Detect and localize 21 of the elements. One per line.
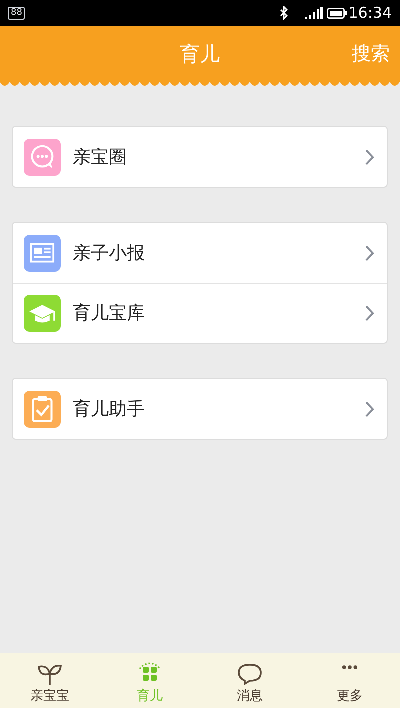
signal-icon [304,7,323,19]
chevron-icon [365,244,375,262]
menu-item[interactable]: 育儿助手 [13,379,387,439]
tab[interactable]: 消息 [200,653,300,708]
tab[interactable]: 更多 [300,653,400,708]
notification-icon: 88 [8,6,26,20]
menu-label: 育儿宝库 [73,302,146,326]
chevron-icon [365,148,375,166]
menu-item[interactable]: 亲子小报 [13,223,387,283]
chevron-icon [365,305,375,322]
battery-icon [326,8,347,18]
clock: 16:34 [348,2,392,24]
dots-icon [342,664,358,670]
menu-item[interactable]: 亲宝圈 [13,127,387,187]
menu-label: 育儿助手 [73,398,146,422]
menu-label: 亲宝圈 [73,146,128,170]
menu-label: 亲子小报 [73,242,146,266]
tab[interactable]: 亲宝宝 [0,653,100,708]
bluetooth-icon [280,6,289,20]
menu-item[interactable]: 育儿宝库 [13,283,387,343]
chevron-icon [365,400,375,418]
